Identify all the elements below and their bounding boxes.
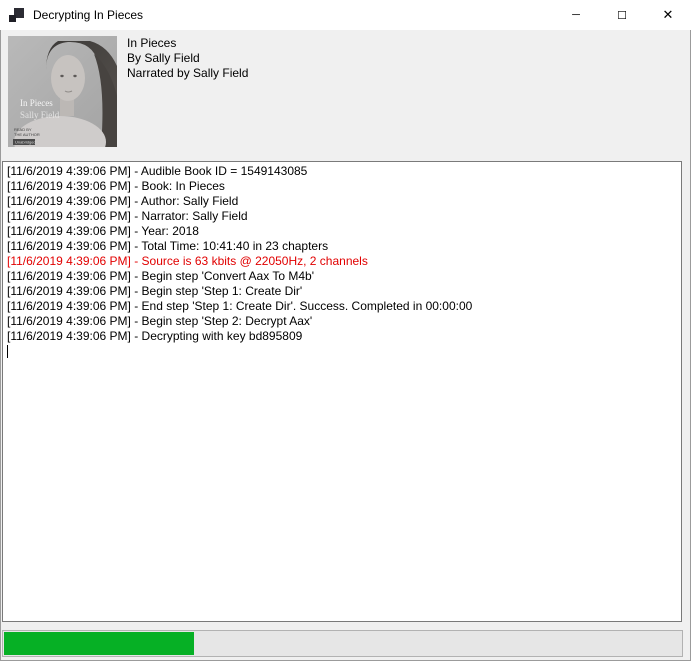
app-window: Decrypting In Pieces ─ ☐ ✕ [0,0,691,661]
log-line: [11/6/2019 4:39:06 PM] - Begin step 'Ste… [7,314,677,329]
log-line: [11/6/2019 4:39:06 PM] - Narrator: Sally… [7,209,677,224]
book-cover-image: In Pieces Sally Field READ BY THE AUTHOR… [8,36,117,147]
progress-bar [2,630,683,657]
log-line: [11/6/2019 4:39:06 PM] - Begin step 'Ste… [7,284,677,299]
title-bar[interactable]: Decrypting In Pieces ─ ☐ ✕ [0,0,691,30]
book-title: In Pieces [127,36,248,51]
log-line: [11/6/2019 4:39:06 PM] - End step 'Step … [7,299,677,314]
maximize-button[interactable]: ☐ [599,0,645,30]
log-lines: [11/6/2019 4:39:06 PM] - Audible Book ID… [7,164,677,344]
app-icon [9,7,25,23]
log-line: [11/6/2019 4:39:06 PM] - Year: 2018 [7,224,677,239]
caret-line [7,344,677,359]
cover-unabridged-text: Unabridged [15,140,36,145]
text-caret [7,345,8,358]
book-author: By Sally Field [127,51,248,66]
book-narrator: Narrated by Sally Field [127,66,248,81]
cover-readby-line2: THE AUTHOR [14,132,40,137]
cover-face-shape [51,55,85,101]
log-line: [11/6/2019 4:39:06 PM] - Author: Sally F… [7,194,677,209]
log-line: [11/6/2019 4:39:06 PM] - Begin step 'Con… [7,269,677,284]
window-controls: ─ ☐ ✕ [553,0,691,30]
close-button[interactable]: ✕ [645,0,691,30]
log-textbox[interactable]: [11/6/2019 4:39:06 PM] - Audible Book ID… [2,161,682,622]
book-info: In Pieces By Sally Field Narrated by Sal… [127,36,248,81]
log-line-error: [11/6/2019 4:39:06 PM] - Source is 63 kb… [7,254,677,269]
log-line: [11/6/2019 4:39:06 PM] - Total Time: 10:… [7,239,677,254]
cover-author-text: Sally Field [20,110,60,120]
log-line: [11/6/2019 4:39:06 PM] - Decrypting with… [7,329,677,344]
log-line: [11/6/2019 4:39:06 PM] - Audible Book ID… [7,164,677,179]
progress-fill [4,632,194,655]
log-line: [11/6/2019 4:39:06 PM] - Book: In Pieces [7,179,677,194]
minimize-button[interactable]: ─ [553,0,599,30]
window-title: Decrypting In Pieces [33,8,143,22]
cover-title-text: In Pieces [20,98,53,108]
